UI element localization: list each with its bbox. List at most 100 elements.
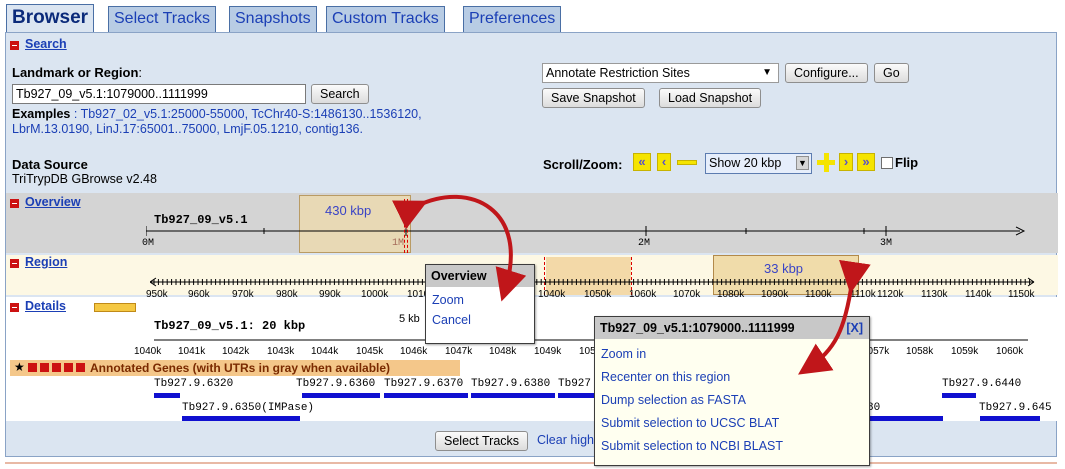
gene-label[interactable]: Tb927.9.6350(IMPase)	[182, 402, 314, 414]
details-scale-label: 5 kb	[399, 313, 420, 325]
select-tracks-button[interactable]: Select Tracks	[435, 431, 529, 451]
zoom-select[interactable]: Show 20 kbp ▼	[705, 153, 812, 174]
region-recenter-item[interactable]: Recenter on this region	[595, 367, 869, 387]
overview-zoom-item[interactable]: Zoom	[426, 290, 534, 310]
examples-sep: :	[70, 107, 81, 121]
details-section-link[interactable]: Details	[25, 299, 66, 313]
load-snapshot-button[interactable]: Load Snapshot	[659, 88, 762, 108]
scroll-left-button[interactable]: ‹	[657, 153, 671, 171]
overview-tick: 2M	[638, 238, 651, 249]
collapse-track-icon[interactable]	[28, 363, 37, 372]
details-tick: 1043k	[267, 346, 295, 357]
zoom-in-button[interactable]	[817, 153, 835, 172]
examples-links-1[interactable]: Tb927_02_v5.1:25000-55000, TcChr40-S:148…	[81, 107, 422, 121]
close-track-icon[interactable]	[40, 363, 49, 372]
share-track-icon[interactable]	[52, 363, 61, 372]
overview-position-marker	[404, 199, 408, 253]
collapse-region-icon[interactable]	[10, 259, 19, 268]
landmark-input[interactable]: Tb927_09_v5.1:1079000..1111999	[12, 84, 306, 104]
details-title: Tb927_09_v5.1: 20 kbp	[154, 319, 306, 333]
gene-label[interactable]: Tb927.9.645	[979, 402, 1052, 414]
gene-glyph[interactable]	[384, 393, 468, 398]
collapse-overview-icon[interactable]	[10, 199, 19, 208]
details-tick: 1060k	[996, 346, 1024, 357]
region-ucsc-blat-item[interactable]: Submit selection to UCSC BLAT	[595, 413, 869, 433]
go-button[interactable]: Go	[874, 63, 909, 83]
overview-popup-menu: Overview Zoom Cancel	[425, 264, 535, 344]
details-tick: 1046k	[400, 346, 428, 357]
save-snapshot-button[interactable]: Save Snapshot	[542, 88, 645, 108]
clear-highlighting-link[interactable]: Clear high	[537, 433, 594, 447]
star-icon[interactable]: ★	[14, 360, 25, 374]
overview-size-label: 430 kbp	[325, 203, 372, 218]
scroll-far-right-button[interactable]: »	[857, 153, 875, 171]
gene-label[interactable]: Tb927.9.6320	[154, 378, 233, 390]
overview-section-link[interactable]: Overview	[25, 195, 81, 209]
region-ncbi-blast-item[interactable]: Submit selection to NCBI BLAST	[595, 436, 869, 456]
landmark-label-text: Landmark or Region	[12, 65, 139, 80]
tab-custom-tracks[interactable]: Custom Tracks	[326, 6, 445, 32]
annotate-select-value: Annotate Restriction Sites	[546, 66, 690, 80]
region-fasta-item[interactable]: Dump selection as FASTA	[595, 390, 869, 410]
gene-glyph[interactable]	[471, 393, 555, 398]
overview-ruler	[146, 226, 1026, 236]
plus-icon-bar	[824, 153, 829, 172]
region-zoom-in-item[interactable]: Zoom in	[595, 344, 869, 364]
help-track-icon[interactable]	[76, 363, 85, 372]
gene-glyph[interactable]	[942, 393, 976, 398]
overview-tick: 1M	[392, 238, 405, 249]
annotate-select[interactable]: Annotate Restriction Sites ▼	[542, 63, 779, 83]
details-tick: 1044k	[311, 346, 339, 357]
examples-links-2[interactable]: LbrM.13.0190, LinJ.17:65001..75000, LmjF…	[12, 122, 363, 136]
details-mini-scale	[94, 303, 136, 312]
gene-glyph[interactable]	[182, 416, 300, 421]
footer-rule	[5, 462, 1057, 464]
gene-glyph[interactable]	[558, 393, 594, 398]
details-tick: 1059k	[951, 346, 979, 357]
gene-glyph[interactable]	[154, 393, 180, 398]
region-popup-title: Tb927_09_v5.1:1079000..1111999	[600, 321, 795, 335]
configure-track-icon[interactable]	[64, 363, 73, 372]
gene-label[interactable]: Tb927.9.6370	[384, 378, 463, 390]
scroll-zoom-controls: « ‹ Show 20 kbp ▼ › » Flip	[633, 153, 953, 177]
gene-label[interactable]: Tb927.9.6380	[471, 378, 550, 390]
scroll-far-left-button[interactable]: «	[633, 153, 651, 171]
tab-browser[interactable]: Browser	[6, 4, 95, 33]
tab-select-tracks[interactable]: Select Tracks	[108, 6, 217, 32]
overview-tick: 3M	[880, 238, 893, 249]
gene-glyph[interactable]	[980, 416, 1040, 421]
collapse-details-icon[interactable]	[10, 303, 19, 312]
region-popup-close[interactable]: [X]	[846, 321, 863, 335]
collapse-search-icon[interactable]	[10, 41, 19, 50]
gene-label[interactable]: Tb927	[558, 378, 591, 390]
region-popup-menu: Tb927_09_v5.1:1079000..1111999 [X] Zoom …	[594, 316, 870, 466]
data-source-value: TriTrypDB GBrowse v2.48	[12, 172, 157, 186]
landmark-label-colon: :	[138, 65, 143, 80]
flip-checkbox[interactable]	[881, 157, 893, 169]
browser-panel: Search Landmark or Region: Tb927_09_v5.1…	[5, 32, 1058, 457]
gene-glyph[interactable]	[302, 393, 380, 398]
gene-label[interactable]: Tb927.9.6360	[296, 378, 375, 390]
details-tick: 1058k	[906, 346, 934, 357]
data-source-label: Data Source	[12, 157, 88, 172]
zoom-out-button[interactable]	[677, 160, 697, 165]
scroll-right-button[interactable]: ›	[839, 153, 853, 171]
gene-label[interactable]: Tb927.9.6440	[942, 378, 1021, 390]
examples-label: Examples	[12, 107, 71, 121]
chevron-down-icon: ▼	[762, 67, 772, 78]
search-section-link[interactable]: Search	[25, 37, 67, 51]
tab-snapshots[interactable]: Snapshots	[229, 6, 317, 32]
details-tick: 1045k	[356, 346, 384, 357]
overview-popup-title: Overview	[426, 265, 534, 287]
landmark-label: Landmark or Region:	[12, 65, 142, 80]
details-tick: 1040k	[134, 346, 162, 357]
region-section-link[interactable]: Region	[25, 255, 67, 269]
overview-cancel-item[interactable]: Cancel	[426, 310, 534, 330]
search-button[interactable]: Search	[311, 84, 369, 104]
region-size-label: 33 kbp	[764, 261, 804, 276]
examples-text: Examples : Tb927_02_v5.1:25000-55000, Tc…	[12, 107, 422, 137]
details-tick: 1048k	[489, 346, 517, 357]
gene-glyph[interactable]	[867, 416, 943, 421]
tab-preferences[interactable]: Preferences	[463, 6, 562, 32]
configure-button[interactable]: Configure...	[785, 63, 868, 83]
